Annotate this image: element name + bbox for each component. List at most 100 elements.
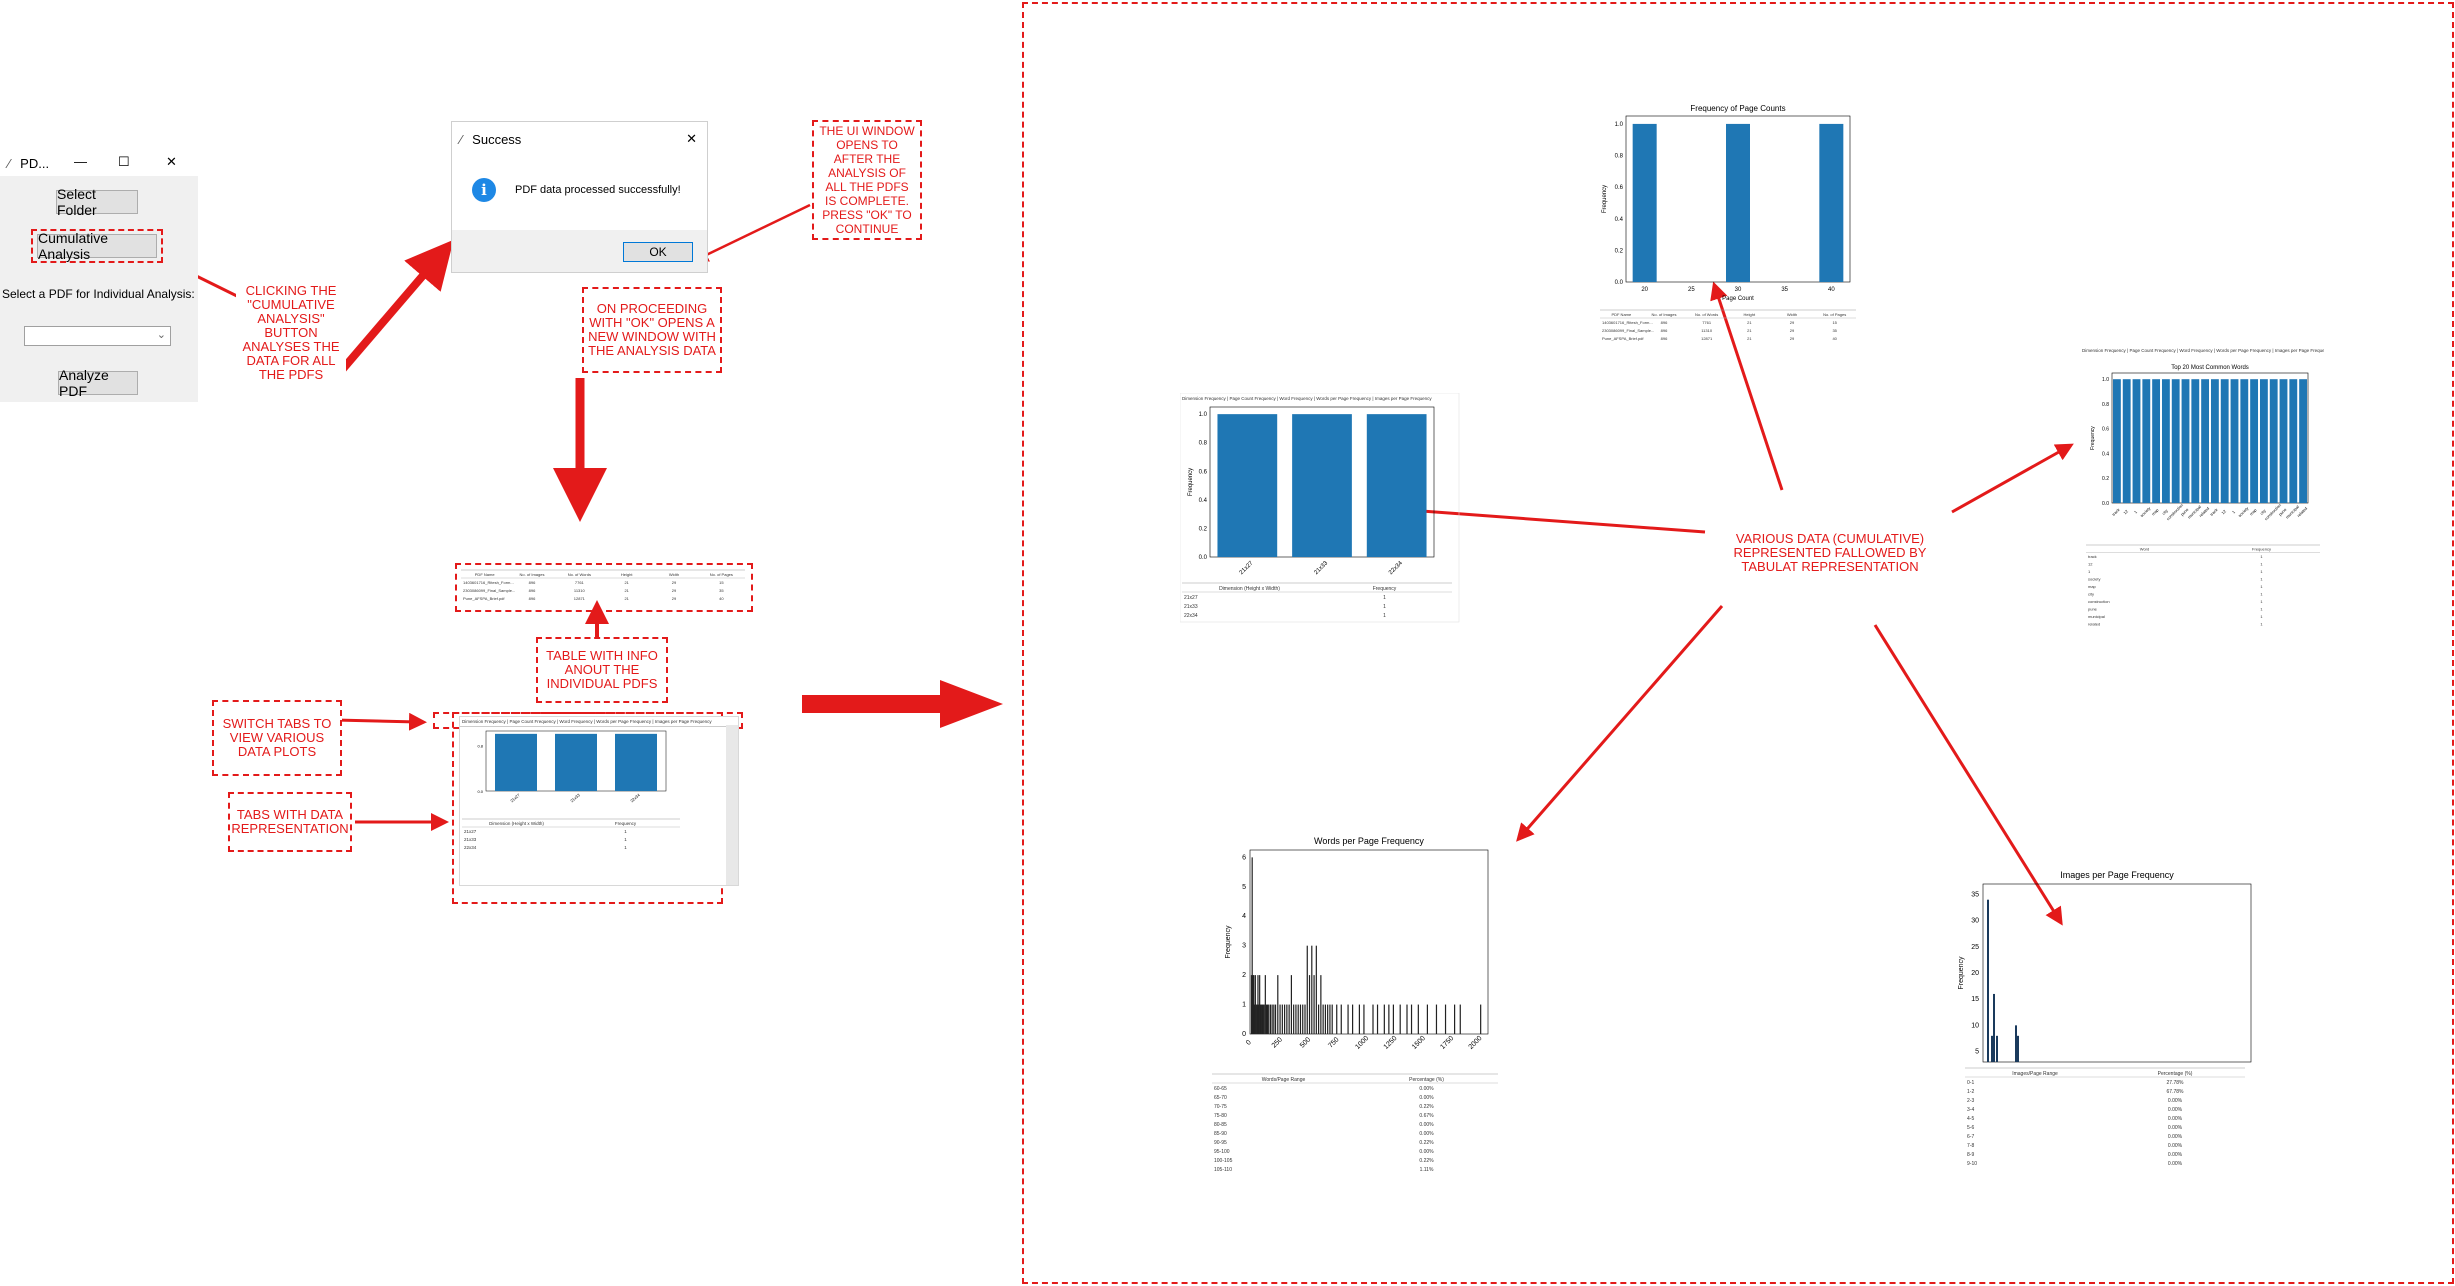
bar [2299, 379, 2308, 503]
arrow-to-success-dialog [338, 239, 454, 373]
table-cell: 1 [624, 829, 627, 834]
app-title: PD... [20, 155, 50, 171]
info-icon: i [472, 178, 496, 202]
bar [1260, 1004, 1262, 1034]
table-cell: 21 [624, 580, 629, 585]
table-cell: 0.00% [2168, 1134, 2183, 1140]
tick-label: 0.0 [2102, 501, 2109, 507]
select-pdf-label: Select a PDF for Individual Analysis: [2, 287, 195, 301]
bar [1288, 1004, 1290, 1034]
bar [2142, 379, 2151, 503]
app-window: ⁄ PD... — ☐ ✕ Select Folder Cumulative A… [0, 150, 198, 402]
tick-label: 35 [1781, 287, 1788, 293]
bar [615, 733, 657, 791]
table-header: Images/Page Range [2012, 1071, 2058, 1077]
bar [2250, 379, 2259, 503]
bar [1376, 1004, 1379, 1034]
table-header: Width [669, 572, 679, 577]
bar [1324, 1004, 1326, 1034]
tick-label: 1250 [1383, 1035, 1399, 1051]
table-cell: 8-9 [1967, 1152, 1974, 1158]
analyze-pdf-button[interactable]: Analyze PDF [58, 367, 138, 399]
bar [1271, 1004, 1273, 1034]
arrow-to-tabs-bar [334, 712, 427, 731]
table-cell: 5-6 [1967, 1125, 1974, 1131]
success-message: PDF data processed successfully! [515, 184, 681, 196]
table-cell: 21x27 [1184, 595, 1198, 601]
pdf-dropdown[interactable]: ⌄ [24, 326, 171, 346]
table-cell: 105-110 [1214, 1167, 1232, 1173]
table-cell: 1 [2260, 554, 2263, 559]
tick-label: 4 [1242, 913, 1246, 920]
close-icon[interactable]: ✕ [686, 131, 697, 147]
table-cell: 0.00% [2168, 1143, 2183, 1149]
tick-label: 1.0 [1615, 122, 1624, 128]
table-cell: 1 [1383, 604, 1386, 610]
note-various-data: VARIOUS DATA (CUMULATIVE) REPRESENTED FA… [1733, 531, 1927, 574]
table-cell: 1 [2088, 569, 2091, 574]
table-cell: 29 [672, 596, 677, 601]
axis-label: Frequency [1188, 468, 1194, 496]
minimize-icon[interactable]: — [74, 154, 87, 169]
table-cell: 1403601716_Ritesh_Form... [1602, 320, 1653, 325]
bar [1299, 1004, 1302, 1034]
table-cell: 896 [529, 580, 536, 585]
chart-page-counts: Frequency of Page Counts 20 25 30 35 40 0.0 0.2… [1600, 104, 1856, 341]
table-cell: 21x27 [464, 829, 477, 834]
table-cell: 896 [1661, 320, 1668, 325]
table-cell: 12871 [1701, 336, 1713, 341]
bar [1265, 1004, 1268, 1034]
bar [1308, 975, 1311, 1034]
tick-label: 35 [1971, 891, 1979, 898]
table-cell: 29 [672, 588, 677, 593]
bar [1268, 1004, 1270, 1034]
bar [2171, 379, 2180, 503]
table-cell: 80-85 [1214, 1122, 1227, 1128]
table-cell: 0.00% [2168, 1098, 2183, 1104]
cumulative-analysis-button[interactable]: Cumulative Analysis [37, 230, 157, 262]
table-cell: 0.00% [2168, 1116, 2183, 1122]
bar [1284, 1004, 1286, 1034]
bar [1322, 1004, 1324, 1034]
table-header: PDF Name [475, 572, 496, 577]
axes-frame [1249, 849, 1489, 1035]
bar [1263, 1004, 1265, 1034]
table-cell: 29 [672, 580, 677, 585]
close-icon[interactable]: ✕ [166, 154, 177, 170]
select-folder-button[interactable]: Select Folder [56, 186, 138, 218]
bar [1987, 899, 1989, 1062]
table-cell: 100-105 [1214, 1158, 1233, 1164]
tick-label: 2000 [1468, 1035, 1484, 1051]
maximize-icon[interactable]: ☐ [118, 154, 130, 170]
bar [1410, 1004, 1413, 1034]
note-table-info: TABLE WITH INFO ANOUT THE INDIVIDUAL PDF… [536, 637, 668, 703]
tick-label: 5 [1242, 884, 1246, 891]
bar [1331, 1004, 1333, 1034]
tick-label: 250 [1271, 1036, 1284, 1049]
table-cell: pune [2088, 607, 2098, 612]
table-cell: 0.00% [1419, 1086, 1434, 1092]
ok-button[interactable]: OK [623, 242, 693, 262]
table-cell: 60-65 [1214, 1086, 1227, 1092]
tick-label: 21x33 [569, 792, 581, 803]
bar [2220, 379, 2229, 503]
tabs-window: Dimension Frequency | Page Count Frequen… [459, 716, 739, 886]
tabs-window-scrollbar[interactable] [726, 725, 738, 885]
bar [1304, 1004, 1306, 1034]
table-header: Height [621, 572, 633, 577]
tick-label: 22x34 [1388, 560, 1404, 576]
table-header: No. of Words [568, 572, 591, 577]
tabs-strip: Dimension Frequency | Page Count Frequen… [1182, 396, 1432, 401]
chart-dimensions: Dimension Frequency | Page Count Frequen… [1180, 393, 1460, 623]
tabs-strip: Dimension Frequency | Page Count Frequen… [2082, 348, 2324, 353]
bar [1426, 1004, 1428, 1034]
table-cell: 1 [2260, 607, 2263, 612]
table-cell: 1.11% [1420, 1167, 1434, 1173]
table-cell: 9-10 [1967, 1161, 1977, 1167]
bar [1311, 945, 1313, 1034]
table-cell: 11310 [1701, 328, 1713, 333]
table-cell: 2303086099_Final_Sample... [463, 588, 515, 593]
table-cell: 29 [1790, 328, 1795, 333]
table-cell: 0.67% [1419, 1113, 1434, 1119]
table-cell: city [2088, 592, 2094, 597]
